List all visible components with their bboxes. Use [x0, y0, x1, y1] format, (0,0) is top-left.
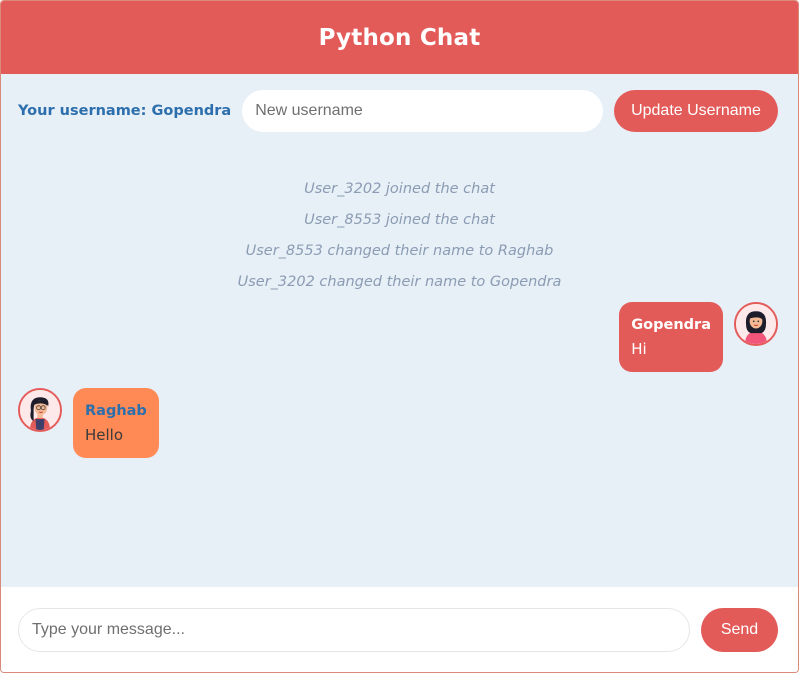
system-messages: User_3202 joined the chat User_8553 join…	[1, 174, 798, 298]
current-username-label: Your username: Gopendra	[18, 103, 232, 119]
system-message: User_3202 joined the chat	[304, 181, 495, 197]
system-message: User_8553 changed their name to Raghab	[245, 243, 554, 259]
username-bar: Your username: Gopendra Update Username	[1, 74, 798, 148]
chat-app: Python Chat Your username: Gopendra Upda…	[0, 0, 799, 673]
update-username-button[interactable]: Update Username	[613, 90, 778, 132]
message-text: Hello	[85, 426, 124, 444]
message-text: Hi	[631, 340, 647, 358]
message-row-other: Raghab Hello	[18, 388, 159, 458]
message-row-own: Gopendra Hi	[619, 302, 778, 372]
app-title: Python Chat	[318, 24, 481, 51]
message-bubble-other: Raghab Hello	[73, 388, 159, 458]
new-username-input[interactable]	[242, 90, 603, 132]
system-message: User_3202 changed their name to Gopendra	[237, 274, 562, 290]
woman-avatar-icon	[734, 302, 778, 346]
system-message: User_8553 joined the chat	[304, 212, 495, 228]
send-button[interactable]: Send	[701, 607, 778, 652]
app-header: Python Chat	[1, 1, 798, 74]
woman-avatar-icon	[18, 388, 62, 432]
message-composer: Send	[1, 587, 798, 672]
message-bubble-own: Gopendra Hi	[619, 302, 723, 372]
message-sender: Gopendra	[631, 317, 711, 333]
message-sender: Raghab	[85, 403, 147, 419]
message-input[interactable]	[18, 607, 690, 652]
message-list[interactable]: User_3202 joined the chat User_8553 join…	[1, 148, 798, 588]
